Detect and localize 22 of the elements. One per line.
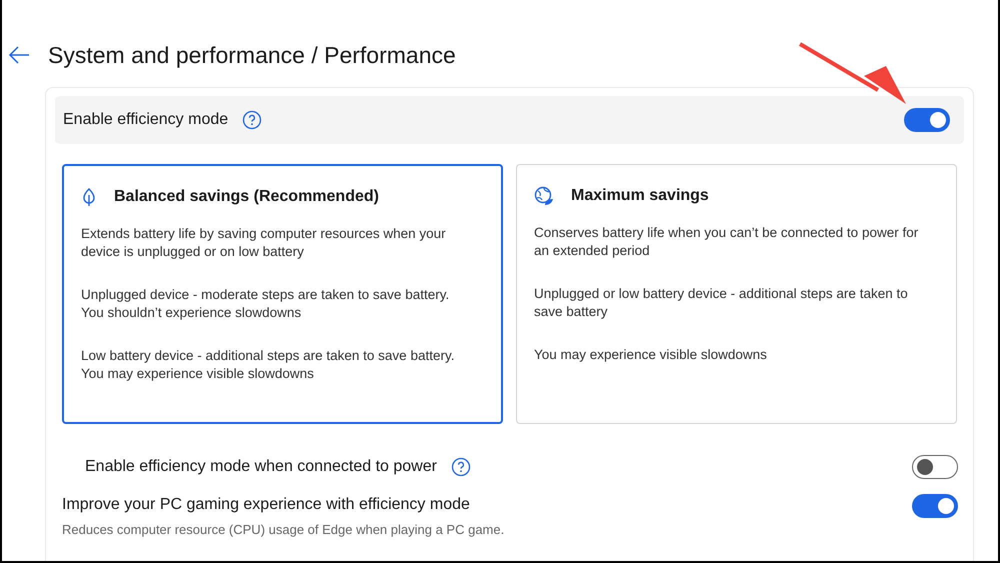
setting-description: Reduces computer resource (CPU) usage of Edge when playing a PC game. xyxy=(62,521,504,539)
toggle-switch[interactable] xyxy=(904,108,950,132)
help-icon[interactable] xyxy=(242,110,262,130)
setting-label: Enable efficiency mode when connected to power xyxy=(85,457,437,477)
mode-title: Balanced savings (Recommended) xyxy=(114,187,379,207)
mode-option-card[interactable] xyxy=(62,164,503,424)
help-icon[interactable] xyxy=(450,457,471,477)
mode-description: Low battery device - additional steps are taken to save battery. You may experience visible slowdowns xyxy=(81,347,456,383)
toggle-switch[interactable] xyxy=(912,455,958,479)
mode-description: Conserves battery life when you can’t be connected to power for an extended period xyxy=(534,224,920,260)
mode-description: You may experience visible slowdowns xyxy=(534,346,768,364)
page-title: System and performance / Performance xyxy=(48,41,456,70)
setting-label: Enable efficiency mode xyxy=(63,110,228,130)
mode-description: Extends battery life by saving computer resources when your device is unplugged or on low battery xyxy=(81,225,447,261)
back-arrow-icon[interactable] xyxy=(8,45,30,65)
leaf-icon xyxy=(81,187,97,207)
globe-icon xyxy=(534,186,554,206)
setting-label: Improve your PC gaming experience with efficiency mode xyxy=(62,495,470,515)
toggle-switch[interactable] xyxy=(912,494,958,518)
mode-description: Unplugged device - moderate steps are taken to save battery. You shouldn’t experience slowdowns xyxy=(81,286,450,322)
mode-title: Maximum savings xyxy=(571,186,709,206)
mode-description: Unplugged or low battery device - additional steps are taken to save battery xyxy=(534,285,909,321)
